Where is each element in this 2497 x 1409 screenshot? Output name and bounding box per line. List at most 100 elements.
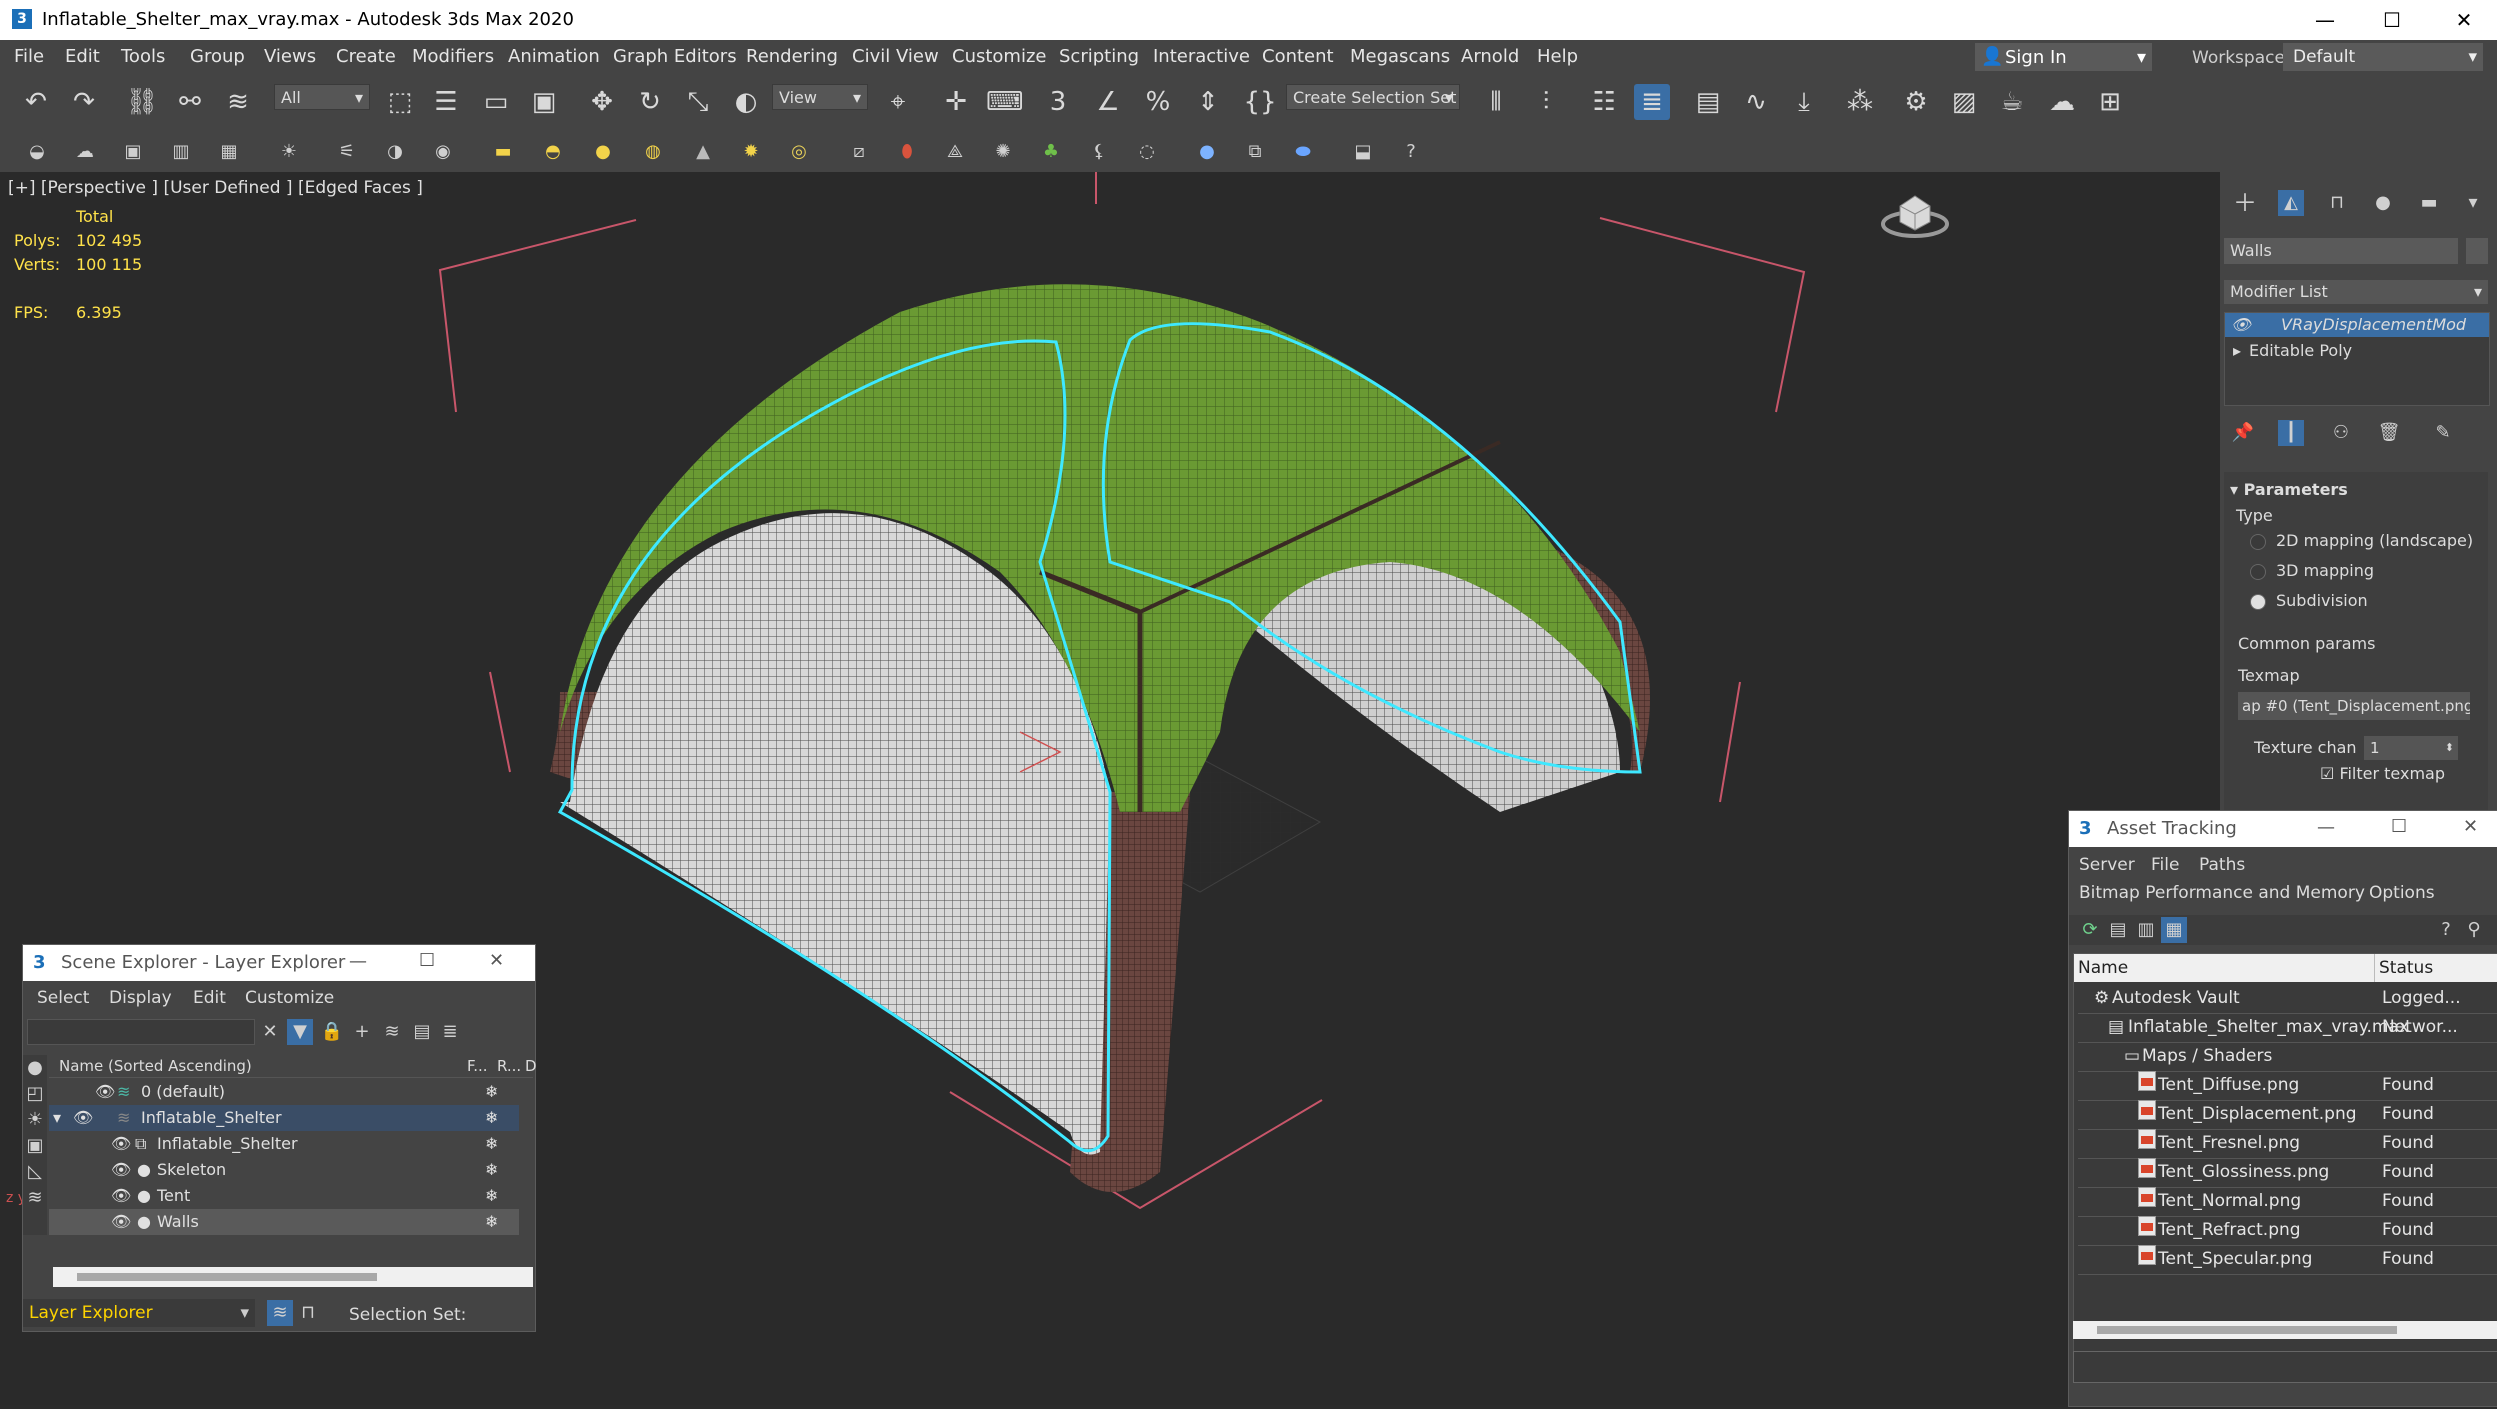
remove-modifier-icon[interactable]: 🗑 (2376, 420, 2402, 446)
display-spacewarps-icon[interactable]: ≋ (22, 1185, 48, 1211)
pin-icon[interactable]: ⚲ (2461, 917, 2487, 943)
object-row-walls[interactable]: 👁 ● Walls ❄ (49, 1209, 519, 1235)
list-view-icon[interactable]: ▤ (2105, 917, 2131, 943)
vray-proxy-icon[interactable]: ⚟ (334, 139, 360, 165)
display-lights-icon[interactable]: ☀ (22, 1107, 48, 1133)
at-col-name[interactable]: Name (2078, 954, 2128, 982)
sun-light-icon[interactable]: ✹ (738, 139, 764, 165)
table-view-icon[interactable]: ▦ (2161, 917, 2187, 943)
menu-edit[interactable]: Edit (65, 46, 100, 67)
at-menu-file[interactable]: File (2151, 855, 2179, 875)
menu-rendering[interactable]: Rendering (746, 46, 838, 67)
se-col-d[interactable]: D (525, 1057, 537, 1075)
bind-space-warp-icon[interactable]: ≋ (220, 84, 256, 120)
at-menu-server[interactable]: Server (2079, 855, 2135, 875)
scrollbar-thumb[interactable] (77, 1273, 377, 1281)
cloud-icon[interactable]: ☁ (72, 139, 98, 165)
asset-row-refract[interactable]: Tent_Refract.png Found (2078, 1216, 2497, 1246)
display-cameras-icon[interactable]: ▣ (22, 1133, 48, 1159)
material-editor-icon[interactable]: ⁂ (1842, 84, 1878, 120)
render-setup-icon[interactable]: ⚙ (1898, 84, 1934, 120)
hierarchy-mode-icon[interactable]: ⊓ (295, 1300, 321, 1326)
ribbon-toggle-icon[interactable]: ▤ (1690, 84, 1726, 120)
texture-chan-spinner[interactable]: 1 ⬍ (2364, 736, 2458, 760)
render-production-icon[interactable]: ☕ (1994, 84, 2030, 120)
motion-tab-icon[interactable]: ● (2370, 190, 2396, 216)
asset-path-field[interactable] (2073, 1351, 2497, 1383)
menu-scripting[interactable]: Scripting (1059, 46, 1139, 67)
pivot-center-icon[interactable]: ⌖ (880, 84, 916, 120)
object-color-swatch[interactable] (2466, 238, 2488, 264)
se-col-name[interactable]: Name (Sorted Ascending) (59, 1057, 252, 1075)
vray-clipper-icon[interactable]: ⟁ (942, 139, 968, 165)
eye-icon[interactable]: 👁 (2231, 313, 2251, 337)
eye-icon[interactable]: 👁 (73, 1105, 93, 1131)
se-menu-edit[interactable]: Edit (193, 988, 226, 1008)
window-crossing-icon[interactable]: ▣ (526, 84, 562, 120)
display-shapes-icon[interactable]: ◰ (22, 1081, 48, 1107)
filter-texmap-checkbox[interactable]: ☑ Filter texmap (2320, 764, 2445, 783)
select-by-name-icon[interactable]: ☰ (428, 84, 464, 120)
maximize-button[interactable]: ☐ (2391, 816, 2407, 837)
add-layer-icon[interactable]: + (349, 1019, 375, 1045)
minimize-button[interactable]: — (2317, 817, 2335, 838)
refresh-icon[interactable]: ⟳ (2077, 917, 2103, 943)
asset-row-normal[interactable]: Tent_Normal.png Found (2078, 1187, 2497, 1217)
teapot-icon[interactable]: ◒ (24, 139, 50, 165)
clear-search-icon[interactable]: ✕ (257, 1019, 283, 1045)
radio-2d-mapping[interactable] (2250, 534, 2266, 550)
close-button[interactable]: ✕ (2463, 816, 2478, 837)
place-icon[interactable]: ◐ (728, 84, 764, 120)
select-object-icon[interactable]: ⬚ (382, 84, 418, 120)
rendered-frame-window-icon[interactable]: ▨ (1946, 84, 1982, 120)
at-menu-bitmap-performance[interactable]: Bitmap Performance and Memory (2079, 883, 2365, 903)
layers-mode-icon[interactable]: ≋ (267, 1300, 293, 1326)
schematic-view-icon[interactable]: ⤓ (1786, 84, 1822, 120)
eye-icon[interactable]: 👁 (111, 1131, 131, 1157)
freeze-icon[interactable]: ❄ (485, 1079, 498, 1105)
create-tab-icon[interactable]: ＋ (2232, 190, 2258, 216)
scene-explorer-toggle-icon[interactable]: ☷ (1586, 84, 1622, 120)
asset-row-specular[interactable]: Tent_Specular.png Found (2078, 1245, 2497, 1275)
se-horizontal-scrollbar[interactable] (53, 1267, 533, 1287)
menu-animation[interactable]: Animation (508, 46, 600, 67)
align-icon[interactable]: ⫶ (1528, 84, 1564, 120)
freeze-icon[interactable]: ❄ (485, 1209, 498, 1235)
show-end-result-icon[interactable]: ┃ (2278, 420, 2304, 446)
sort-icon[interactable]: ▤ (409, 1019, 435, 1045)
vray-fur-2-icon[interactable]: ✺ (990, 139, 1016, 165)
layers-icon[interactable]: ≋ (379, 1019, 405, 1045)
menu-file[interactable]: File (14, 46, 44, 67)
menu-group[interactable]: Group (190, 46, 245, 67)
eye-icon[interactable]: 👁 (111, 1209, 131, 1235)
object-name-field[interactable]: Walls (2224, 238, 2458, 264)
layer-explorer-toggle-icon[interactable]: ≣ (1634, 84, 1670, 120)
viewcube[interactable] (1880, 184, 1950, 240)
minimize-button[interactable]: — (2305, 6, 2345, 34)
light-lister-icon[interactable]: ☀ (276, 139, 302, 165)
asset-tracking-titlebar[interactable]: 3 Asset Tracking — ☐ ✕ (2069, 811, 2497, 847)
filter-icon[interactable]: ▼ (287, 1019, 313, 1045)
move-icon[interactable]: ✥ (584, 84, 620, 120)
display-tab-icon[interactable]: ▬ (2416, 190, 2442, 216)
spinner-snap-icon[interactable]: ⇕ (1190, 84, 1226, 120)
menu-megascans[interactable]: Megascans (1350, 46, 1450, 67)
help-icon[interactable]: ? (1398, 139, 1424, 165)
rotate-icon[interactable]: ↻ (632, 84, 668, 120)
freeze-icon[interactable]: ❄ (485, 1105, 498, 1131)
vray-scatter-icon[interactable]: ⚸ (1086, 139, 1112, 165)
layer-row-default[interactable]: 👁 ≋ 0 (default) ❄ (49, 1079, 519, 1105)
utilities-tab-icon[interactable]: ▾ (2460, 190, 2486, 216)
asset-row-diffuse[interactable]: Tent_Diffuse.png Found (2078, 1071, 2497, 1101)
menu-create[interactable]: Create (336, 46, 396, 67)
vray-enmesh-icon[interactable]: ◌ (1134, 139, 1160, 165)
eye-icon[interactable]: 👁 (111, 1183, 131, 1209)
workspaces-select[interactable]: Default ▾ (2283, 43, 2483, 71)
layer-row-inflatable-shelter[interactable]: ▾ 👁 ≋ Inflatable_Shelter ❄ (49, 1105, 519, 1131)
maximize-button[interactable]: ☐ (419, 950, 435, 971)
se-col-freeze[interactable]: F... (467, 1057, 488, 1075)
edit-named-selection-icon[interactable]: {} (1242, 84, 1278, 120)
selection-filter-dropdown[interactable]: All ▾ (274, 84, 370, 110)
se-search-input[interactable] (27, 1019, 255, 1045)
radio-3d-mapping[interactable] (2250, 564, 2266, 580)
